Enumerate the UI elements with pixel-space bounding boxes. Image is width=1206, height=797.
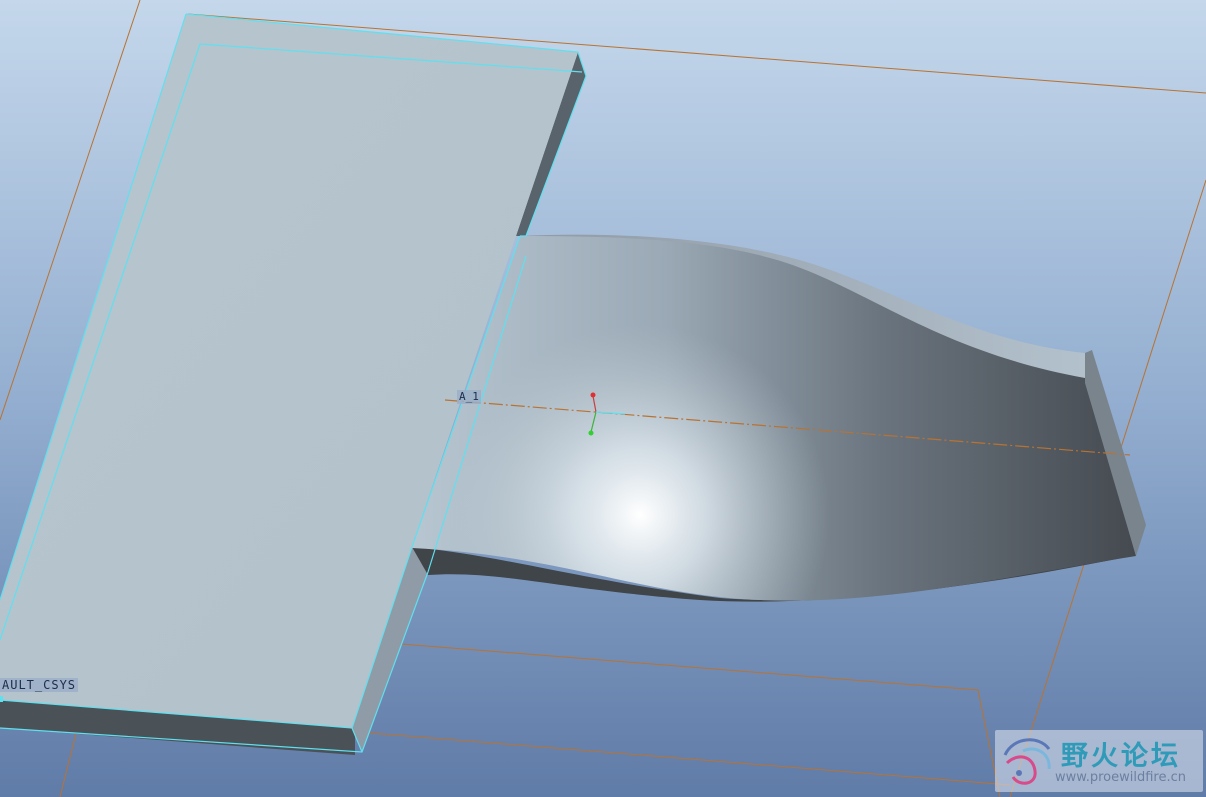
datum-axis-label[interactable]: A_1: [457, 390, 481, 404]
watermark-url: www.proewildfire.cn: [1055, 770, 1186, 785]
csys-label[interactable]: AULT_CSYS: [0, 678, 79, 692]
csys-marker: [0, 696, 3, 702]
watermark-logo-icon: [1003, 738, 1051, 785]
3d-scene[interactable]: [0, 0, 1206, 797]
forum-watermark: 野火论坛 www.proewildfire.cn: [995, 730, 1203, 792]
csys-x-dot: [590, 392, 596, 398]
csys-y-dot: [588, 430, 594, 436]
model-viewport[interactable]: A_1 AULT_CSYS 野火论坛 www.proewildfire.cn: [0, 0, 1206, 797]
watermark-title: 野火论坛: [1061, 741, 1181, 772]
